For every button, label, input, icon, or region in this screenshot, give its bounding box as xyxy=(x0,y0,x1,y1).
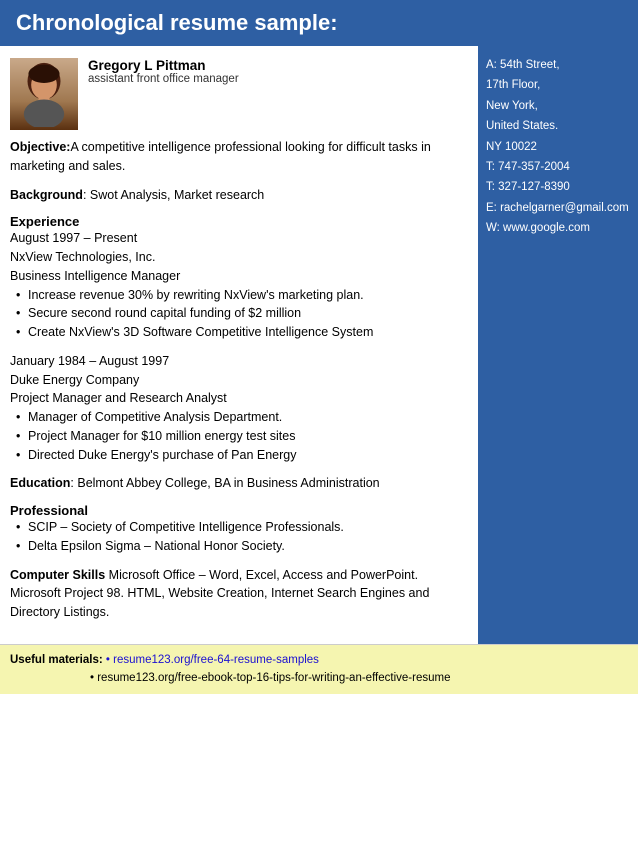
job2-dates: January 1984 – August 1997 xyxy=(10,352,464,371)
job1-bullets: Increase revenue 30% by rewriting NxView… xyxy=(16,286,464,342)
list-item: Delta Epsilon Sigma – National Honor Soc… xyxy=(16,537,464,556)
address-line3: New York, xyxy=(486,97,630,115)
phone1: T: 747-357-2004 xyxy=(486,158,630,176)
phone2-label: T: xyxy=(486,181,495,193)
list-item: Manager of Competitive Analysis Departme… xyxy=(16,408,464,427)
professional-section: Professional SCIP – Society of Competiti… xyxy=(10,503,464,556)
list-item: Project Manager for $10 million energy t… xyxy=(16,427,464,446)
job2-title: Project Manager and Research Analyst xyxy=(10,389,464,408)
address-line2: 17th Floor, xyxy=(486,76,630,94)
computer-skills-text: Computer Skills Microsoft Office – Word,… xyxy=(10,568,429,620)
list-item: Secure second round capital funding of $… xyxy=(16,304,464,323)
education-label: Education xyxy=(10,476,70,490)
sidebar: A: 54th Street, 17th Floor, New York, Un… xyxy=(478,46,638,644)
computer-skills-label: Computer Skills xyxy=(10,568,105,582)
address-line1: A: 54th Street, xyxy=(486,56,630,74)
resume-body: Gregory L Pittman assistant front office… xyxy=(0,46,478,644)
list-item: SCIP – Society of Competitive Intelligen… xyxy=(16,518,464,537)
useful-label: Useful materials: xyxy=(10,654,103,666)
background-label: Background xyxy=(10,188,83,202)
list-item: Increase revenue 30% by rewriting NxView… xyxy=(16,286,464,305)
education-section: Education: Belmont Abbey College, BA in … xyxy=(10,474,464,493)
objective-text: Objective:A competitive intelligence pro… xyxy=(10,140,431,173)
experience-label: Experience xyxy=(10,214,464,229)
professional-bullets: SCIP – Society of Competitive Intelligen… xyxy=(16,518,464,556)
objective-label: Objective: xyxy=(10,140,70,154)
profile-name-title: Gregory L Pittman assistant front office… xyxy=(88,58,239,85)
footer-link1[interactable]: • resume123.org/free-64-resume-samples xyxy=(106,654,319,666)
background-body: : Swot Analysis, Market research xyxy=(83,188,264,202)
job2-bullets: Manager of Competitive Analysis Departme… xyxy=(16,408,464,464)
profile-job-title: assistant front office manager xyxy=(88,73,239,85)
job1-dates: August 1997 – Present xyxy=(10,229,464,248)
footer-link2[interactable]: • resume123.org/free-ebook-top-16-tips-f… xyxy=(90,672,450,684)
address-line5: NY 10022 xyxy=(486,138,630,156)
profile-photo xyxy=(10,58,78,130)
computer-skills-section: Computer Skills Microsoft Office – Word,… xyxy=(10,566,464,622)
objective-section: Objective:A competitive intelligence pro… xyxy=(10,138,464,176)
footer-bar: Useful materials: • resume123.org/free-6… xyxy=(0,644,638,694)
phone1-value: 747-357-2004 xyxy=(498,161,570,173)
profile-section: Gregory L Pittman assistant front office… xyxy=(10,58,464,130)
job1-title: Business Intelligence Manager xyxy=(10,267,464,286)
background-section: Background: Swot Analysis, Market resear… xyxy=(10,186,464,205)
address-line4: United States. xyxy=(486,117,630,135)
job2-company: Duke Energy Company xyxy=(10,371,464,390)
website: W: www.google.com xyxy=(486,219,630,237)
objective-body: A competitive intelligence professional … xyxy=(10,140,431,173)
education-text: Education: Belmont Abbey College, BA in … xyxy=(10,476,380,490)
web-value: www.google.com xyxy=(503,222,590,234)
background-text: Background: Swot Analysis, Market resear… xyxy=(10,188,264,202)
list-item: Directed Duke Energy's purchase of Pan E… xyxy=(16,446,464,465)
email-label: E: xyxy=(486,202,497,214)
job2-section: January 1984 – August 1997 Duke Energy C… xyxy=(10,352,464,465)
email-value: rachelgarner@gmail.com xyxy=(500,202,629,214)
page-header: Chronological resume sample: xyxy=(0,0,638,46)
profile-name: Gregory L Pittman xyxy=(88,58,239,73)
web-label: W: xyxy=(486,222,500,234)
job1-company: NxView Technologies, Inc. xyxy=(10,248,464,267)
professional-label: Professional xyxy=(10,503,464,518)
phone2: T: 327-127-8390 xyxy=(486,178,630,196)
avatar-icon xyxy=(14,61,74,127)
experience-section: Experience August 1997 – Present NxView … xyxy=(10,214,464,342)
phone1-label: T: xyxy=(486,161,495,173)
page-title: Chronological resume sample: xyxy=(16,10,338,35)
list-item: Create NxView's 3D Software Competitive … xyxy=(16,323,464,342)
main-container: Gregory L Pittman assistant front office… xyxy=(0,46,638,644)
education-body: : Belmont Abbey College, BA in Business … xyxy=(70,476,379,490)
phone2-value: 327-127-8390 xyxy=(498,181,570,193)
email: E: rachelgarner@gmail.com xyxy=(486,199,630,217)
